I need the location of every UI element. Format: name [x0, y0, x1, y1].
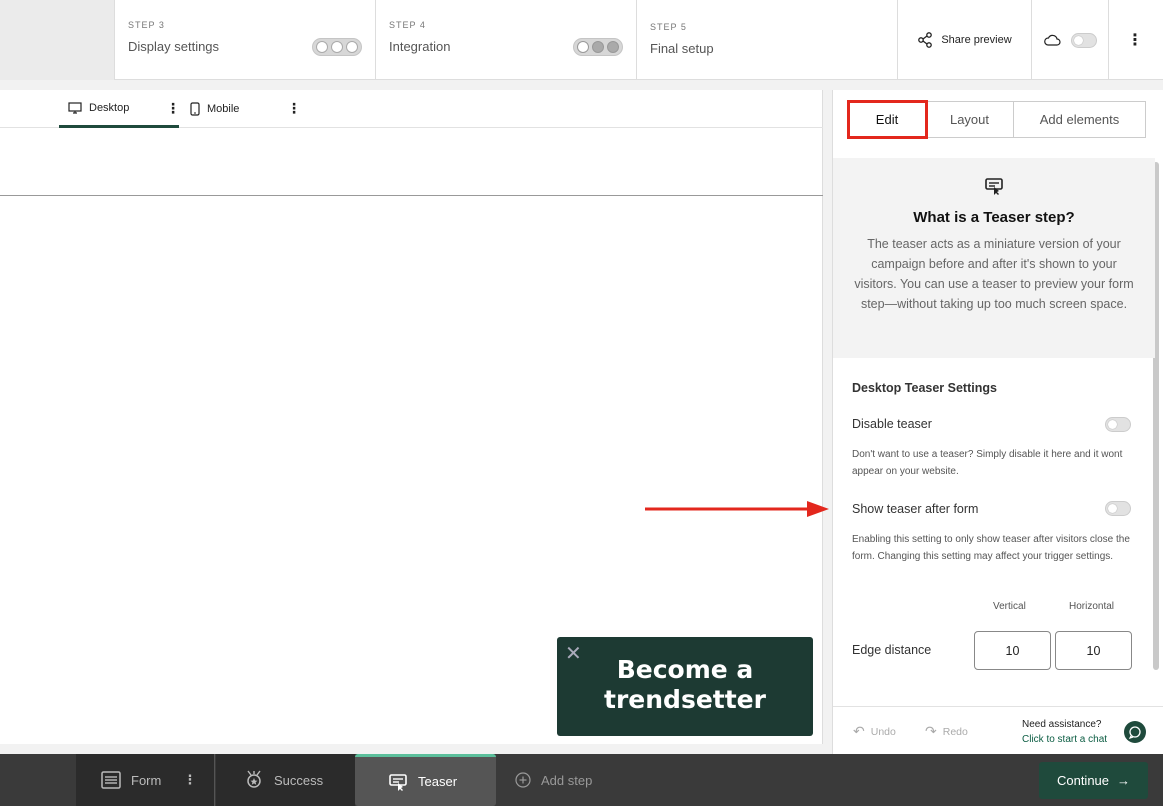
desktop-icon [68, 101, 82, 114]
plus-circle-icon [515, 772, 531, 788]
step-number: STEP 5 [650, 22, 687, 32]
tab-layout[interactable]: Layout [926, 102, 1014, 137]
disable-teaser-help: Don't want to use a teaser? Simply disab… [852, 449, 1123, 477]
step-tab-success[interactable]: Success [216, 754, 355, 806]
tab-edit[interactable]: Edit [847, 100, 928, 139]
device-tabs: Desktop ⋮ Mobile ⋮ [0, 90, 823, 128]
step-navigation: STEP 3 Display settings STEP 4 Integrati… [114, 0, 1163, 80]
undo-icon: ↶ [853, 723, 865, 739]
assistance: Need assistance? Click to start a chat [1022, 717, 1107, 747]
mobile-options-icon[interactable]: ⋮ [287, 100, 301, 117]
continue-button[interactable]: Continue → [1039, 762, 1148, 799]
tab-mobile[interactable]: Mobile [190, 90, 239, 128]
horizontal-distance-input[interactable]: 10 [1055, 631, 1132, 670]
add-step-button[interactable]: Add step [496, 754, 636, 806]
divider [0, 195, 823, 196]
chat-icon[interactable] [1124, 721, 1146, 743]
arrow-right-icon: → [1117, 773, 1131, 788]
teaser-preview[interactable]: ✕ Become a trendsetter [557, 637, 813, 736]
disable-teaser-label: Disable teaser [852, 417, 932, 431]
share-preview-label: Share preview [941, 34, 1012, 46]
award-icon [247, 770, 261, 788]
step-display-settings[interactable]: STEP 3 Display settings [115, 0, 376, 80]
show-teaser-after-form-help: Enabling this setting to only show tease… [852, 534, 1130, 562]
cloud-icon [1043, 34, 1061, 46]
undo-label: Undo [870, 725, 896, 738]
top-bar: STEP 3 Display settings STEP 4 Integrati… [0, 0, 1163, 80]
undo-button[interactable]: ↶ Undo [853, 723, 896, 740]
panel-tabs: Edit Layout Add elements [847, 100, 1146, 139]
mobile-icon [190, 102, 200, 116]
step-tab-teaser[interactable]: Teaser [355, 754, 496, 806]
tab-mobile-label: Mobile [207, 103, 240, 115]
redo-label: Redo [942, 725, 968, 738]
step-tab-form[interactable]: Form ⋮ [76, 754, 215, 806]
show-teaser-after-form-label: Show teaser after form [852, 502, 979, 516]
annotation-arrow-icon [645, 501, 829, 517]
edge-distance-label: Edge distance [852, 643, 932, 657]
assistance-question: Need assistance? [1022, 719, 1102, 730]
step-tab-form-label: Form [131, 772, 162, 788]
add-step-label: Add step [541, 772, 593, 788]
share-icon [918, 32, 933, 48]
vertical-label: Vertical [993, 601, 1026, 612]
redo-icon: ↷ [925, 723, 937, 739]
tab-desktop-label: Desktop [89, 101, 130, 114]
more-options-icon[interactable]: ⋮ [1109, 0, 1161, 80]
teaser-icon [985, 178, 1003, 195]
step-integration[interactable]: STEP 4 Integration [376, 0, 637, 80]
show-teaser-after-form-toggle[interactable] [1105, 501, 1131, 516]
status-dots-icon [312, 38, 362, 56]
section-title: Desktop Teaser Settings [852, 381, 997, 395]
continue-label: Continue [1056, 773, 1110, 788]
status-dots-icon [573, 38, 623, 56]
preview-canvas: Desktop ⋮ Mobile ⋮ ✕ Become a trendsette… [0, 90, 823, 744]
step-tab-teaser-label: Teaser [418, 774, 458, 789]
settings-panel: Edit Layout Add elements What is a Tease… [832, 90, 1163, 754]
start-chat-link[interactable]: Click to start a chat [1022, 732, 1107, 747]
form-icon [101, 771, 121, 789]
step-final-setup[interactable]: STEP 5 Final setup [637, 0, 898, 80]
cloud-sync-toggle[interactable] [1032, 0, 1109, 80]
cloud-toggle-switch[interactable] [1070, 32, 1097, 48]
teaser-text: Become a trendsetter [604, 655, 766, 714]
info-body: The teaser acts as a miniature version o… [854, 237, 1134, 311]
step-number: STEP 4 [389, 20, 426, 30]
close-icon[interactable]: ✕ [565, 641, 582, 666]
teaser-icon [389, 773, 407, 791]
step-tab-success-label: Success [274, 772, 324, 788]
bottom-bar: Form ⋮ Success Teaser Add step Continue … [0, 754, 1163, 806]
tab-desktop[interactable]: Desktop [59, 90, 179, 128]
vertical-distance-input[interactable]: 10 [974, 631, 1051, 670]
panel-footer: ↶ Undo ↷ Redo Need assistance? Click to … [833, 706, 1163, 754]
step-number: STEP 3 [128, 20, 165, 30]
disable-teaser-toggle[interactable] [1105, 417, 1131, 432]
teaser-info-box: What is a Teaser step? The teaser acts a… [833, 158, 1155, 358]
redo-button[interactable]: ↷ Redo [925, 723, 968, 740]
horizontal-label: Horizontal [1069, 601, 1115, 612]
tab-add-elements[interactable]: Add elements [1014, 102, 1145, 137]
share-preview-button[interactable]: Share preview [898, 0, 1032, 80]
step-title: Final setup [650, 41, 714, 56]
info-title: What is a Teaser step? [913, 209, 1075, 226]
form-options-icon[interactable]: ⋮ [183, 772, 196, 788]
desktop-options-icon[interactable]: ⋮ [166, 100, 180, 117]
